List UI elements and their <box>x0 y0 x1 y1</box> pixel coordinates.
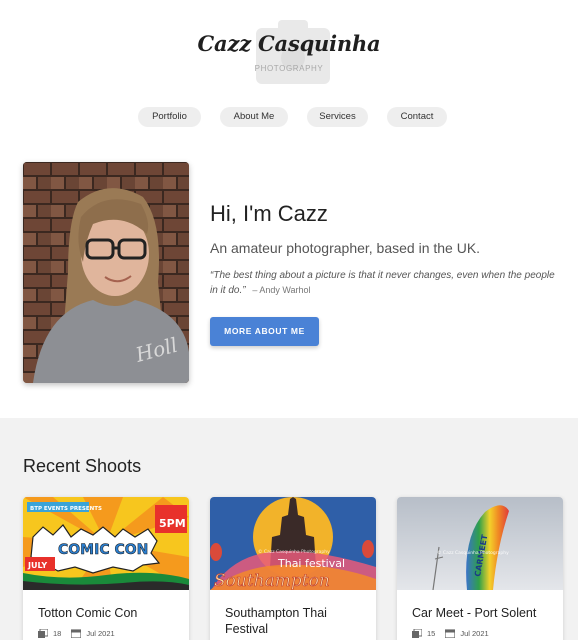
shoot-date: Jul 2021 <box>460 628 489 638</box>
shoot-date: Jul 2021 <box>86 628 115 638</box>
site-title: Cazz Casquinha <box>197 31 381 56</box>
quote-author: – Andy Warhol <box>252 285 311 295</box>
feather-flag-photo-icon: CARMEET © Cazz Casquinha Photography <box>397 497 563 590</box>
thai-festival-poster-icon: Thai festival Southampton © Cazz Casquin… <box>210 497 376 590</box>
shoot-card-totton-comic-con[interactable]: BTP EVENTS PRESENTS 5PM COMIC CON JULY T… <box>23 497 189 640</box>
main-nav: Portfolio About Me Services Contact <box>0 107 578 127</box>
shoot-card-southampton-thai-festival[interactable]: Thai festival Southampton © Cazz Casquin… <box>210 497 376 640</box>
comic-con-time-text: 5PM <box>159 517 186 530</box>
shoot-meta: 15 Jul 2021 <box>412 628 499 638</box>
comic-con-month-text: JULY <box>27 561 47 570</box>
profile-photo: Holl <box>23 162 189 383</box>
shoot-title: Southampton Thai Festival <box>225 606 327 636</box>
photo-watermark: © Cazz Casquinha Photography <box>258 548 330 555</box>
nav-item-about-me[interactable]: About Me <box>220 107 288 127</box>
nav-item-contact[interactable]: Contact <box>387 107 447 127</box>
photos-icon <box>38 628 48 638</box>
thai-title-text: Thai festival <box>277 557 345 570</box>
comic-con-title-text: COMIC CON <box>58 542 148 558</box>
site-subtitle: PHOTOGRAPHY <box>254 64 324 73</box>
shoot-title: Totton Comic Con <box>38 606 138 620</box>
more-about-me-button[interactable]: MORE ABOUT ME <box>210 317 319 346</box>
hero-quote: “The best thing about a picture is that … <box>210 268 560 298</box>
comic-con-events-text: BTP EVENTS PRESENTS <box>30 506 102 512</box>
calendar-icon <box>445 628 456 638</box>
photo-watermark: © Cazz Casquinha Photography <box>437 549 509 556</box>
comic-con-poster-icon: BTP EVENTS PRESENTS 5PM COMIC CON JULY <box>23 497 189 590</box>
shoot-title: Car Meet - Port Solent <box>412 606 537 620</box>
hero-greeting: Hi, I'm Cazz <box>210 201 328 226</box>
calendar-icon <box>71 628 82 638</box>
recent-shoots-title: Recent Shoots <box>23 456 142 476</box>
thai-city-text: Southampton <box>214 571 330 590</box>
shoot-card-car-meet-port-solent[interactable]: CARMEET © Cazz Casquinha Photography Car… <box>397 497 563 640</box>
nav-item-portfolio[interactable]: Portfolio <box>138 107 201 127</box>
shoot-meta: 18 Jul 2021 <box>38 628 125 638</box>
photo-count: 18 <box>53 628 62 638</box>
photo-count: 15 <box>427 628 436 638</box>
recent-shoots-section: Recent Shoots BTP EVENTS PRESENTS 5PM CO… <box>0 418 578 640</box>
site-logo[interactable]: Cazz Casquinha PHOTOGRAPHY <box>0 18 578 88</box>
hero-tagline: An amateur photographer, based in the UK… <box>210 240 481 256</box>
nav-item-services[interactable]: Services <box>307 107 368 127</box>
photos-icon <box>412 628 422 638</box>
